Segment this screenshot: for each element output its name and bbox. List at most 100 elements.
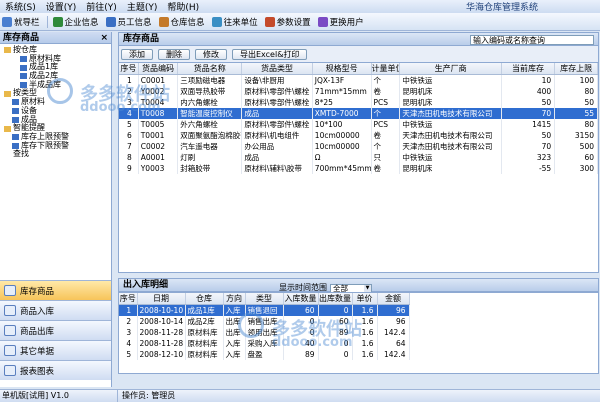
table-cell: 50 <box>554 97 598 108</box>
table-cell: 0 <box>318 338 353 349</box>
table-cell: 2 <box>119 86 139 97</box>
table-row[interactable]: 9 Y0003 封箱胶带 原材料\辅料\胶带 700mm*45mm 卷昆明机床 -55 300 <box>119 163 598 174</box>
table-row[interactable]: 2 2008-10-14 成品2库 出库 销售出库 0 60 1.6 96 <box>119 316 410 327</box>
column-header[interactable]: 日期 <box>137 293 186 305</box>
table-row[interactable]: 2 Y0002 双面导热胶带 原材料\零部件\螺栓 71mm*15mm 卷昆明机床 400 8… <box>119 86 598 97</box>
chevron-down-icon[interactable]: ▼ <box>364 284 371 292</box>
table-row[interactable]: 1 C0001 三项励磁电器 设备\非厨用 JQX-13F 个中铁铁运 10 100 <box>119 74 598 86</box>
table-cell: 7 <box>119 141 139 152</box>
table-cell: 323 <box>501 152 556 163</box>
left-panel-header: 库存商品 × <box>0 32 111 44</box>
column-header[interactable]: 方向 <box>223 293 246 305</box>
tree-node[interactable]: 查找 <box>2 150 111 159</box>
column-header[interactable]: 入库数量 <box>283 293 319 305</box>
nav-button-1[interactable]: 库存商品 <box>0 280 111 300</box>
app-title: 华海仓库管理系统 <box>465 3 538 13</box>
toolbar-button-2[interactable]: 企业信息 <box>52 16 99 28</box>
column-header[interactable]: 库存上限 <box>554 63 598 75</box>
table-cell: A0001 <box>138 152 179 163</box>
table-cell: 天津杰田机电技术有限公司 <box>399 108 502 119</box>
nav-button-3[interactable]: 商品出库 <box>0 320 111 340</box>
table-cell: 3 <box>119 327 138 338</box>
menu-help[interactable]: 帮助(H) <box>167 0 199 13</box>
table-cell: 入库 <box>223 304 246 316</box>
menu-goto[interactable]: 前往(Y) <box>86 0 117 13</box>
column-header[interactable]: 类型 <box>245 293 284 305</box>
delete-button[interactable]: 删除 <box>158 48 190 60</box>
add-button[interactable]: 添加 <box>121 48 153 60</box>
table-cell: PCS <box>371 119 401 130</box>
table-cell: 个 <box>371 74 401 86</box>
tree-node[interactable]: 按类型 <box>2 89 111 98</box>
table-row[interactable]: 3 T0004 内六角螺栓 原材料\零部件\螺栓 8*25 PCS 昆明机床 50 50 <box>119 97 598 108</box>
table-cell: 1 <box>119 74 139 86</box>
folder-icon <box>4 125 11 132</box>
node-icon <box>20 73 27 80</box>
tree-node[interactable]: 设备 <box>2 106 111 116</box>
column-header[interactable]: 规格型号 <box>312 63 372 75</box>
nav-button-4[interactable]: 其它单据 <box>0 340 111 360</box>
table-cell: 1.6 <box>352 304 378 316</box>
column-header[interactable]: 生产厂商 <box>399 63 502 75</box>
nav-module-icon <box>4 305 16 316</box>
export-button[interactable]: 导出Excel&打印 <box>232 48 308 60</box>
close-icon[interactable]: × <box>100 32 108 43</box>
table-cell: 1.6 <box>352 349 378 360</box>
table-row[interactable]: 6 T0001 双面聚氨酯泡棉胶带 原材料\机电组件 10cm00000 卷天津杰田机电技… <box>119 130 598 141</box>
table-cell: 采购入库 <box>245 338 284 349</box>
column-header[interactable]: 计量单位 <box>371 63 401 75</box>
nav-button-2[interactable]: 商品入库 <box>0 300 111 320</box>
left-panel-title: 库存商品 <box>3 33 40 43</box>
table-row[interactable]: 7 C0002 汽车遥电器 办公用品 10cm00000 个天津杰田机电技术有限公司 70 5… <box>119 141 598 152</box>
nav-button-5[interactable]: 报表图表 <box>0 360 111 380</box>
left-panel: 库存商品 × 按仓库 原材料库 成品1库 成品2库 半成品库 按类型 原材料 设备 成品 智能提醒… <box>0 32 112 387</box>
column-header[interactable]: 当前库存 <box>501 63 556 75</box>
table-row[interactable]: 8 A0001 灯刷 成品 Ω 只中铁铁运 323 60 <box>119 152 598 163</box>
nav-buttons: 库存商品 商品入库 商品出库 其它单据报表图表 <box>0 280 111 380</box>
stock-section-header: 库存商品 输入编码或名称查询 <box>118 32 599 46</box>
toolbar-button-1[interactable]: 就导栏 <box>2 16 40 28</box>
table-row[interactable]: 1 2008-10-10 成品1库 入库 销售退回 60 0 1.6 96 <box>119 304 410 316</box>
toolbar-button-6[interactable]: 参数设置 <box>264 16 311 28</box>
column-header[interactable]: 货品类型 <box>241 63 313 75</box>
column-header[interactable]: 货品名称 <box>177 63 243 75</box>
table-row[interactable]: 5 2008-12-10 原材料库 入库 盘盈 89 0 1.6 142.4 <box>119 349 410 360</box>
nav-button-label: 报表图表 <box>20 366 55 377</box>
table-cell: 89 <box>318 327 353 338</box>
nav-module-icon <box>4 345 16 356</box>
table-row[interactable]: 4 2008-11-28 原材料库 入库 采购入库 40 0 1.6 64 <box>119 338 410 349</box>
column-header[interactable]: 货品编码 <box>138 63 179 75</box>
menu-theme[interactable]: 主题(Y) <box>127 0 158 13</box>
edition-label: 单机版[试用] V1.0 <box>0 390 118 402</box>
column-header[interactable]: 序号 <box>119 293 138 305</box>
edit-button[interactable]: 修改 <box>195 48 227 60</box>
toolbar-button-label: 就导栏 <box>14 17 40 28</box>
menu-settings[interactable]: 设置(Y) <box>46 0 77 13</box>
toolbar-button-3[interactable]: 员工信息 <box>105 16 152 28</box>
toolbar-button-4[interactable]: 仓库信息 <box>158 16 205 28</box>
table-cell: 领用出库 <box>245 327 284 338</box>
table-cell: 销售出库 <box>245 316 284 327</box>
table-cell: 封箱胶带 <box>177 163 243 174</box>
table-cell: 销售退回 <box>245 304 284 316</box>
table-cell: 80 <box>554 119 598 130</box>
search-input[interactable]: 输入编码或名称查询 <box>470 35 594 45</box>
column-header[interactable]: 序号 <box>119 63 139 75</box>
table-row[interactable]: 3 2008-11-28 原材料库 出库 领用出库 0 89 1.6 142.4 <box>119 327 410 338</box>
io-section-title: 出入库明细 <box>123 280 169 290</box>
tree-node[interactable]: 原材料 <box>2 97 111 107</box>
toolbar-button-5[interactable]: 往来单位 <box>211 16 258 28</box>
table-cell: Y0003 <box>138 163 179 174</box>
column-header[interactable]: 金额 <box>377 293 410 305</box>
column-header[interactable]: 单价 <box>352 293 378 305</box>
menu-system[interactable]: 系统(S) <box>5 0 36 13</box>
table-cell: 2008-11-28 <box>137 338 186 349</box>
table-row[interactable]: 4 T0008 智能温度控制仪 成品 XMTD-7000 个天津杰田机电技术有限公司 70 5… <box>119 108 598 119</box>
table-row[interactable]: 5 T0005 外六角螺栓 原材料\零部件\螺栓 10*100 PCS 中铁铁运 1415 80 <box>119 119 598 130</box>
table-cell: 4 <box>119 338 138 349</box>
column-header[interactable]: 仓库 <box>185 293 224 305</box>
column-header[interactable]: 出库数量 <box>318 293 353 305</box>
table-cell: 60 <box>283 304 319 316</box>
toolbar-button-7[interactable]: 更换用户 <box>317 16 364 28</box>
table-cell: 142.4 <box>377 327 410 338</box>
